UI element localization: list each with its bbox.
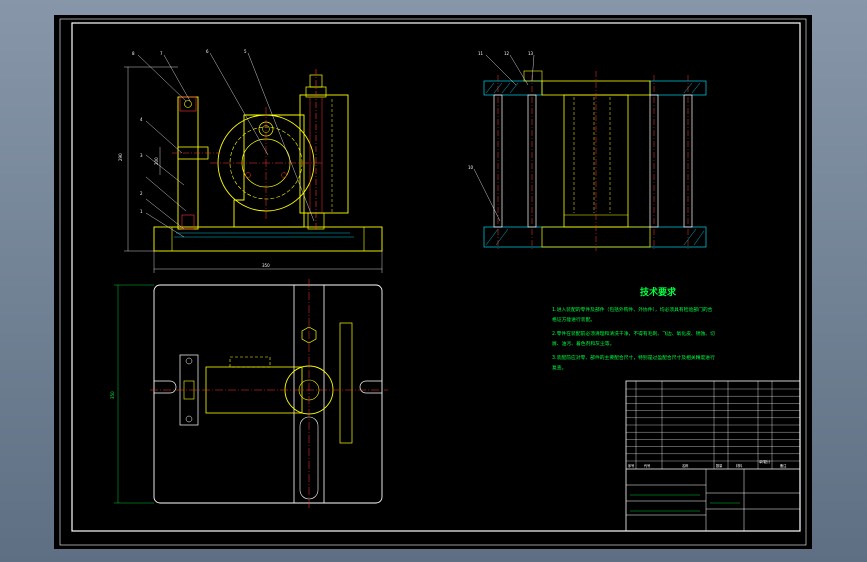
- balloon-6: 6: [206, 49, 209, 54]
- top-plate: [153, 284, 383, 504]
- dim-width: 350: [262, 263, 270, 268]
- dim-height: 290: [118, 153, 123, 161]
- base-hatch: [174, 232, 354, 238]
- balloon-5: 5: [244, 49, 247, 54]
- balloon-4: 4: [140, 117, 143, 122]
- outer-frame: [59, 18, 807, 546]
- base-plate: [153, 226, 383, 252]
- side-base: [483, 226, 707, 248]
- balloon-7: 7: [160, 51, 163, 56]
- balloon-8: 8: [132, 51, 135, 56]
- title-block: 序号 代号 名称 数量 材料 单件 总计 备注: [625, 380, 801, 532]
- drawing-sheet: 8 7 6 5 4 3 2 1 290 350 200 11 12 13 10 …: [54, 15, 812, 549]
- tech-req-line-5: 3.装配前应对零、部件的主要配合尺寸，特别是过盈配合尺寸及相关精度进行: [552, 354, 715, 361]
- balloon-3: 3: [140, 153, 143, 158]
- bom-header-2: 名称: [682, 463, 689, 468]
- dim-side: 200: [154, 157, 159, 165]
- dim-top-height: 350: [110, 391, 115, 399]
- bom-header-0: 序号: [628, 463, 634, 468]
- top-view: 350: [110, 279, 388, 509]
- tech-req-line-6: 复查。: [552, 364, 566, 371]
- balloon-2: 2: [140, 191, 143, 196]
- balloon-13: 13: [528, 51, 534, 56]
- assembly-drawing: 8 7 6 5 4 3 2 1 290 350 200 11 12 13 10 …: [59, 18, 807, 546]
- bom-header-7: 备注: [780, 463, 787, 468]
- front-view: 8 7 6 5 4 3 2 1 290 350 200: [118, 49, 383, 273]
- clamp-body: [299, 94, 349, 214]
- balloon-10: 10: [468, 165, 474, 170]
- bom-header-3: 数量: [716, 463, 723, 468]
- inner-frame: [71, 22, 801, 532]
- support-pillar: [177, 96, 199, 230]
- front-dimensions: [124, 66, 383, 273]
- bracket-body: [233, 114, 305, 228]
- front-leaders: [137, 52, 315, 238]
- tech-req-line-3: 2.零件在装配前必须清理和清洗干净，不得有毛刺、飞边、氧化皮、锈蚀、切: [552, 330, 715, 337]
- balloon-1: 1: [140, 209, 143, 214]
- balloon-11: 11: [478, 51, 484, 56]
- tech-req-line-1: 1.进入装配的零件及部件（包括外购件、外协件），均必须具有检验部门的合: [552, 306, 713, 313]
- bom-header-1: 代号: [644, 463, 650, 468]
- tech-req-line-2: 格证方能进行装配。: [552, 316, 595, 323]
- tech-req-title: 技术要求: [640, 286, 677, 298]
- bom-header-4: 材料: [736, 463, 743, 468]
- tech-requirements: 技术要求 1.进入装配的零件及部件（包括外购件、外协件），均必须具有检验部门的合…: [552, 286, 715, 371]
- columns: [493, 94, 693, 228]
- side-view: 11 12 13 10: [468, 51, 707, 251]
- horizontal-pin: [177, 146, 209, 160]
- top-bar-left: [483, 80, 543, 96]
- balloon-12: 12: [504, 51, 510, 56]
- tech-req-line-4: 屑、油污、着色剂和灰尘等。: [552, 340, 614, 347]
- top-bar-right: [649, 80, 707, 96]
- bom-header-6: 总计: [764, 459, 771, 464]
